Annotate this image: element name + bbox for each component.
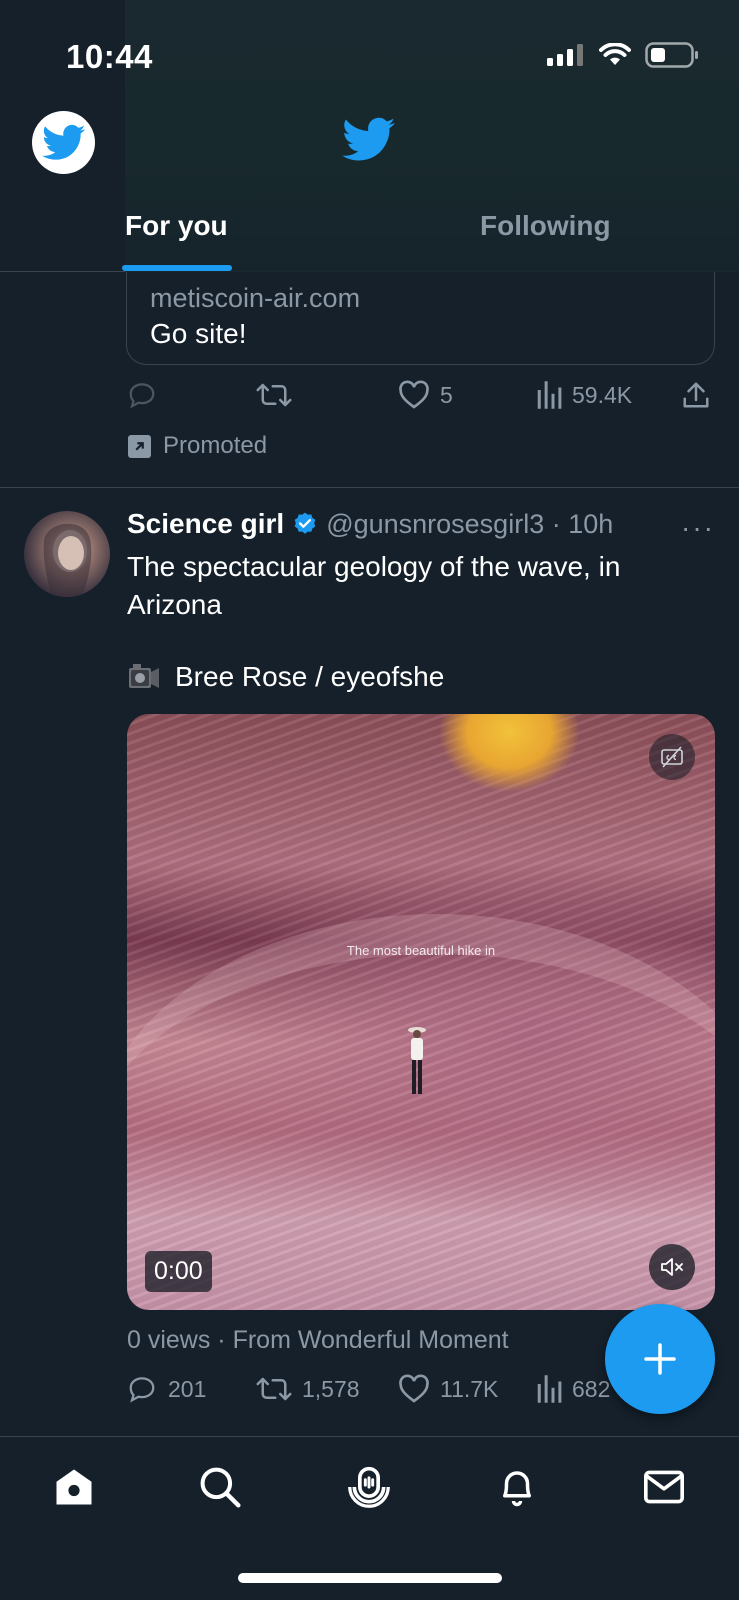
wifi-icon [599,43,631,65]
retweet-button[interactable]: 1,578 [256,1374,360,1404]
like-button[interactable]: 5 [398,380,453,410]
notifications-icon [503,1471,531,1507]
retweet-button[interactable] [256,380,292,410]
views-button[interactable]: 59.4K [536,380,632,410]
reply-count: 201 [168,1375,207,1402]
promoted-icon [128,434,151,458]
tweet-header: Science girl @gunsnrosesgirl3 · 10h [127,508,613,540]
messages-icon [644,1470,684,1504]
mute-icon [661,1258,683,1276]
author-avatar[interactable] [24,511,110,597]
promoted-text: Promoted [163,432,268,459]
like-count: 5 [440,381,453,408]
promoted-tweet-actions: 5 59.4K [126,380,716,420]
nav-search[interactable] [195,1462,245,1512]
author-handle-time[interactable]: @gunsnrosesgirl3 · 10h [326,509,613,540]
views-count: 682 [572,1375,611,1402]
status-icons [547,42,699,68]
twitter-logo[interactable] [342,117,396,168]
home-indicator [238,1573,502,1583]
home-icon [56,1469,92,1505]
retweet-icon [256,383,292,407]
views-button[interactable]: 682 [536,1374,610,1404]
tweet-credit: Bree Rose / eyeofshe [127,661,444,693]
compose-button[interactable] [605,1304,715,1414]
credit-text: Bree Rose / eyeofshe [175,661,445,692]
like-count: 11.7K [440,1375,499,1402]
views-icon [537,381,562,409]
compose-plus-icon [644,1343,676,1375]
tab-following[interactable]: Following [480,210,611,242]
more-options-icon[interactable]: ··· [681,512,715,544]
active-tab-indicator [122,265,232,271]
nav-spaces[interactable] [344,1462,394,1512]
author-name[interactable]: Science girl [127,508,284,540]
battery-icon [645,42,698,68]
twitter-bird-icon [41,124,85,160]
reply-button[interactable]: 201 [126,1374,206,1404]
verified-icon [294,512,316,534]
views-count: 59.4K [572,381,633,408]
like-icon [399,380,429,409]
video-timer: 0:00 [145,1251,212,1292]
status-time: 10:44 [66,38,153,75]
like-button[interactable]: 11.7K [398,1374,498,1404]
tweet-divider [0,487,739,488]
retweet-icon [256,1377,292,1401]
spaces-icon [348,1466,390,1508]
twitter-bird-icon [342,117,396,161]
search-icon [200,1467,241,1508]
video-hiker-figure [408,1027,426,1094]
nav-messages[interactable] [639,1462,689,1512]
avatar-portrait [43,523,92,597]
retweet-count: 1,578 [302,1375,360,1402]
captions-button[interactable] [649,734,695,780]
video-camera-icon [129,664,159,688]
captions-icon [661,746,683,768]
promoted-label: Promoted [128,432,267,460]
tweet-video[interactable]: The most beautiful hike in 0:00 [127,714,715,1310]
tab-for-you[interactable]: For you [125,210,228,242]
share-button[interactable] [681,380,711,410]
views-icon [537,1375,562,1403]
profile-avatar-button[interactable] [32,111,95,174]
video-rock-layer [127,914,715,1310]
mute-button[interactable] [649,1244,695,1290]
link-card-title: Go site! [150,318,247,349]
nav-home[interactable] [49,1462,99,1512]
like-icon [399,1374,429,1403]
nav-notifications[interactable] [492,1462,542,1512]
status-bar: 10:44 [0,0,739,100]
reply-button[interactable] [126,380,158,410]
reply-icon [129,1377,155,1403]
tweet-text: The spectacular geology of the wave, in … [127,551,621,620]
share-icon [683,382,709,408]
signal-icon [547,44,583,66]
reply-icon [129,383,155,409]
link-card-domain: metiscoin-air.com [150,283,361,313]
tweet-views-line: 0 views · From Wonderful Moment [127,1326,509,1354]
video-caption: The most beautiful hike in [346,943,496,958]
